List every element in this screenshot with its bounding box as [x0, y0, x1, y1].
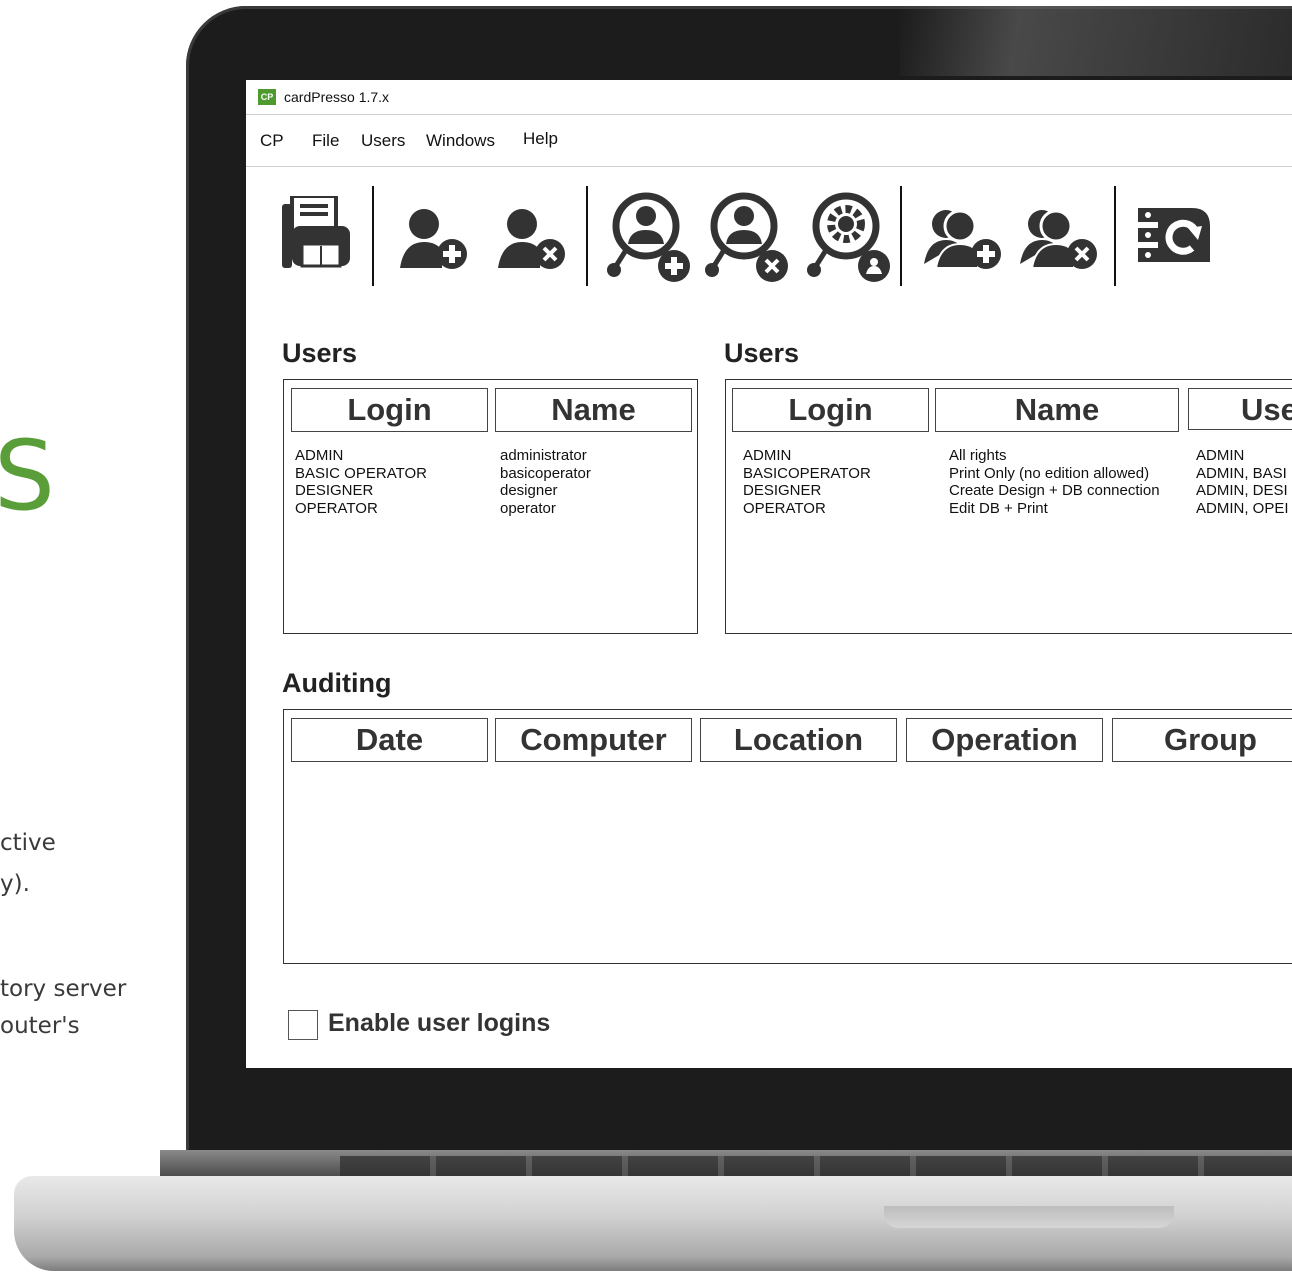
list-item[interactable]: Print Only (no edition allowed) — [949, 465, 1160, 483]
list-item[interactable]: designer — [500, 482, 591, 500]
list-item[interactable]: ADMIN — [743, 447, 871, 465]
add-user-icon[interactable] — [398, 208, 470, 275]
column-header-login[interactable]: Login — [291, 388, 488, 432]
title-bar: CP cardPresso 1.7.x — [246, 80, 1292, 115]
column-header-users[interactable]: Use — [1188, 388, 1292, 430]
list-item[interactable]: ADMIN — [295, 447, 427, 465]
list-item[interactable]: DESIGNER — [743, 482, 871, 500]
column-header-name[interactable]: Name — [935, 388, 1179, 432]
add-group-icon[interactable] — [920, 208, 1004, 275]
list-item[interactable]: Create Design + DB connection — [949, 482, 1160, 500]
list-item[interactable]: BASIC OPERATOR — [295, 465, 427, 483]
name-column: administrator basicoperator designer ope… — [500, 447, 591, 517]
users-table: Login Name ADMIN BASIC OPERATOR DESIGNER… — [283, 379, 698, 634]
list-item[interactable]: OPERATOR — [743, 500, 871, 518]
list-item[interactable]: OPERATOR — [295, 500, 427, 518]
list-item[interactable]: administrator — [500, 447, 591, 465]
groups-table: Login Name Use ADMIN BASICOPERATOR DESIG… — [725, 379, 1292, 634]
menu-cp[interactable]: CP — [260, 131, 284, 151]
printer-icon[interactable] — [278, 194, 352, 279]
column-header-login[interactable]: Login — [732, 388, 929, 432]
list-item[interactable]: operator — [500, 500, 591, 518]
toolbar — [246, 166, 1292, 296]
menu-bar: CP File Users Windows Help — [246, 114, 1292, 167]
enable-user-logins-checkbox[interactable] — [288, 1010, 318, 1040]
login-column: ADMIN BASIC OPERATOR DESIGNER OPERATOR — [295, 447, 427, 517]
laptop-lid-reflection — [900, 6, 1292, 76]
app-window: CP cardPresso 1.7.x CP File Users Window… — [246, 80, 1292, 1068]
toolbar-separator — [1114, 186, 1116, 286]
menu-help[interactable]: Help — [523, 129, 558, 149]
users-section-title: Users — [282, 338, 358, 368]
column-header-operation[interactable]: Operation — [906, 718, 1103, 762]
auditing-section-title: Auditing — [282, 668, 392, 698]
menu-windows[interactable]: Windows — [426, 131, 495, 151]
laptop-base — [0, 1150, 1292, 1275]
laptop-trackpad-notch — [884, 1206, 1174, 1228]
background-heading-fragment: S — [0, 420, 55, 532]
description-column: All rights Print Only (no edition allowe… — [949, 447, 1160, 517]
list-item[interactable]: All rights — [949, 447, 1160, 465]
background-text-line: ctive — [0, 830, 56, 856]
toolbar-separator — [372, 186, 374, 286]
laptop-keyboard — [340, 1156, 1292, 1178]
background-text-line: outer's — [0, 1013, 80, 1039]
add-network-user-icon[interactable] — [606, 192, 696, 291]
menu-file[interactable]: File — [312, 131, 339, 151]
background-text-line: tory server — [0, 976, 127, 1002]
toolbar-separator — [586, 186, 588, 286]
enable-user-logins-label[interactable]: Enable user logins — [328, 1009, 550, 1038]
list-item[interactable]: basicoperator — [500, 465, 591, 483]
list-item[interactable]: BASICOPERATOR — [743, 465, 871, 483]
background-text-line: y). — [0, 871, 30, 897]
auditing-table: Date Computer Location Operation Group — [283, 709, 1292, 964]
remove-user-icon[interactable] — [496, 208, 568, 275]
column-header-location[interactable]: Location — [700, 718, 897, 762]
remove-group-icon[interactable] — [1016, 208, 1100, 275]
remove-network-user-icon[interactable] — [704, 192, 794, 291]
database-sync-icon[interactable] — [1136, 206, 1212, 273]
groups-section-title: Users — [724, 338, 800, 368]
list-item[interactable]: ADMIN, OPEI — [1196, 500, 1289, 518]
column-header-name[interactable]: Name — [495, 388, 692, 432]
list-item[interactable]: Edit DB + Print — [949, 500, 1160, 518]
column-header-computer[interactable]: Computer — [495, 718, 692, 762]
list-item[interactable]: ADMIN — [1196, 447, 1289, 465]
column-header-date[interactable]: Date — [291, 718, 488, 762]
list-item[interactable]: DESIGNER — [295, 482, 427, 500]
toolbar-separator — [900, 186, 902, 286]
users-column: ADMIN ADMIN, BASI ADMIN, DESI ADMIN, OPE… — [1196, 447, 1289, 517]
list-item[interactable]: ADMIN, DESI — [1196, 482, 1289, 500]
list-item[interactable]: ADMIN, BASI — [1196, 465, 1289, 483]
window-title: cardPresso 1.7.x — [284, 89, 390, 105]
menu-users[interactable]: Users — [361, 131, 405, 151]
column-header-group[interactable]: Group — [1112, 718, 1292, 762]
network-user-settings-icon[interactable] — [806, 192, 896, 291]
app-logo-icon: CP — [258, 89, 276, 105]
login-column: ADMIN BASICOPERATOR DESIGNER OPERATOR — [743, 447, 871, 517]
